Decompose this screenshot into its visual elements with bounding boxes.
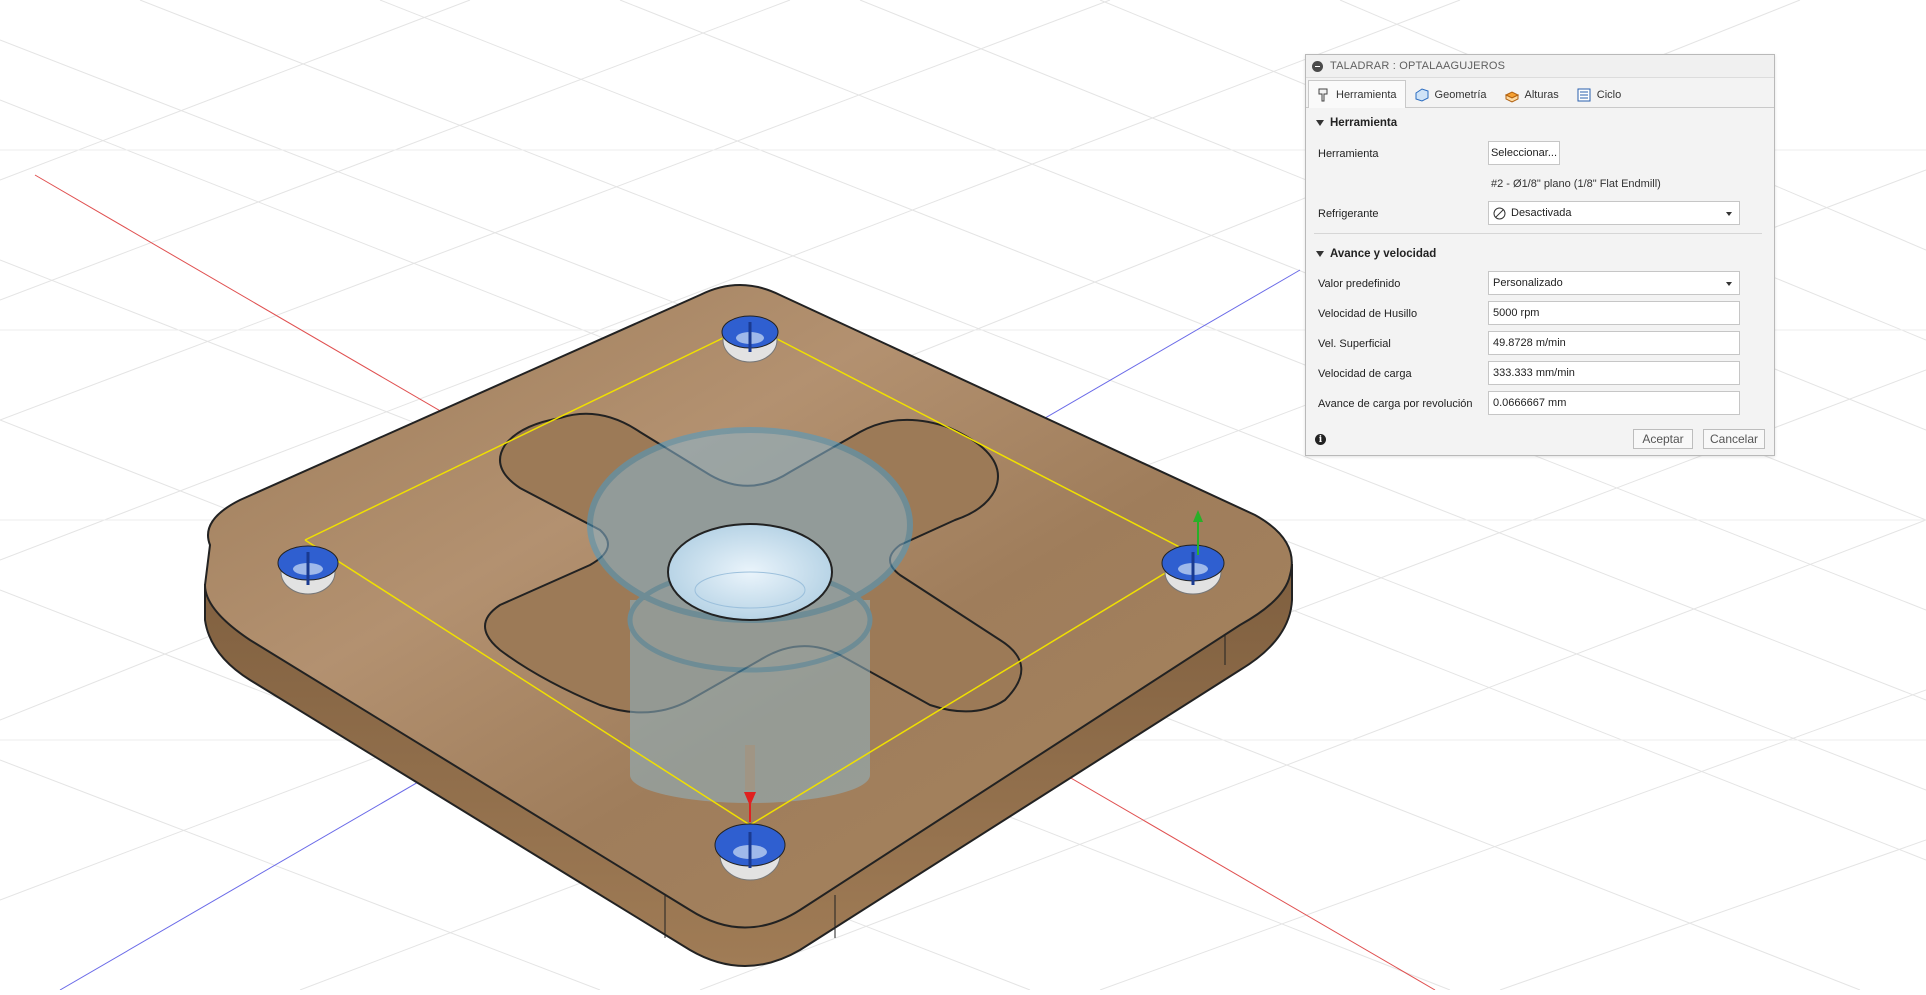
select-tool-button[interactable]: Seleccionar...: [1488, 141, 1560, 165]
tab-herramienta[interactable]: Herramienta: [1308, 80, 1406, 108]
tab-alturas[interactable]: Alturas: [1497, 81, 1568, 107]
tool-section-title: Herramienta: [1330, 117, 1398, 129]
tab-geometria[interactable]: Geometría: [1407, 81, 1496, 107]
drill-hole-top: [721, 315, 779, 363]
surface-speed-input[interactable]: 49.8728 m/min: [1488, 331, 1740, 355]
tab-ciclo-label: Ciclo: [1596, 88, 1622, 101]
tab-herramienta-label: Herramienta: [1336, 88, 1397, 101]
spindle-speed-label: Velocidad de Husillo: [1318, 308, 1418, 320]
feed-per-revolution-label: Avance de carga por revolución: [1318, 398, 1473, 410]
dialog-title-bar[interactable]: TALADRAR : OPTALAAGUJEROS: [1306, 55, 1774, 78]
preset-value: Personalizado: [1493, 277, 1563, 289]
coolant-label: Refrigerante: [1318, 208, 1379, 220]
cancel-button[interactable]: Cancelar: [1703, 429, 1765, 449]
surface-speed-value: 49.8728 m/min: [1493, 337, 1566, 349]
dialog-title: TALADRAR : OPTALAAGUJEROS: [1330, 60, 1506, 72]
section-divider: [1314, 233, 1762, 234]
geometry-icon: [1415, 87, 1429, 102]
coolant-select[interactable]: Desactivada: [1488, 201, 1740, 225]
tab-alturas-label: Alturas: [1524, 88, 1559, 101]
drill-tool-icon: [1318, 88, 1328, 101]
tool-label: Herramienta: [1318, 148, 1379, 160]
info-icon[interactable]: i: [1315, 434, 1326, 445]
tool-section-header[interactable]: Herramienta: [1316, 117, 1397, 129]
collapse-caret-icon: [1316, 251, 1324, 257]
drill-operation-dialog: TALADRAR : OPTALAAGUJEROS Herramienta Ge…: [1305, 54, 1775, 456]
tab-ciclo[interactable]: Ciclo: [1569, 81, 1630, 107]
dialog-tabs: Herramienta Geometría Alturas Ciclo: [1306, 79, 1774, 108]
spindle-speed-input[interactable]: 5000 rpm: [1488, 301, 1740, 325]
preset-label: Valor predefinido: [1318, 278, 1401, 290]
tab-geometria-label: Geometría: [1434, 88, 1487, 101]
cycle-icon: [1577, 88, 1591, 101]
feedrate-value: 333.333 mm/min: [1493, 367, 1575, 379]
disabled-icon: [1493, 207, 1506, 219]
feedrate-input[interactable]: 333.333 mm/min: [1488, 361, 1740, 385]
feed-per-revolution-value: 0.0666667 mm: [1493, 397, 1567, 409]
spindle-speed-value: 5000 rpm: [1493, 307, 1540, 319]
surface-speed-label: Vel. Superficial: [1318, 338, 1391, 350]
tool-description: #2 - Ø1/8" plano (1/8" Flat Endmill): [1491, 178, 1661, 190]
coolant-value: Desactivada: [1511, 207, 1572, 219]
collapse-icon[interactable]: [1312, 60, 1323, 72]
heights-icon: [1504, 90, 1519, 103]
collapse-caret-icon: [1316, 120, 1324, 126]
feed-per-revolution-input[interactable]: 0.0666667 mm: [1488, 391, 1740, 415]
feed-section-title: Avance y velocidad: [1330, 248, 1437, 260]
preset-select[interactable]: Personalizado: [1488, 271, 1740, 295]
feedrate-label: Velocidad de carga: [1318, 368, 1412, 380]
feed-section-header[interactable]: Avance y velocidad: [1316, 248, 1436, 260]
accept-button[interactable]: Aceptar: [1633, 429, 1693, 449]
